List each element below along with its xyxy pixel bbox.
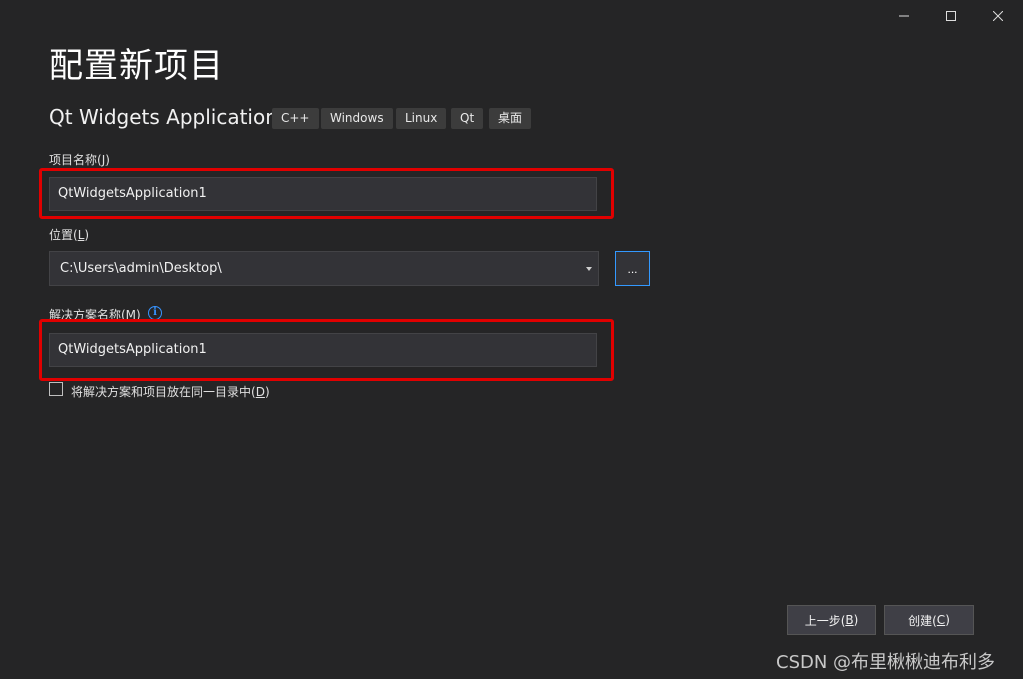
project-name-input[interactable]: QtWidgetsApplication1 [49,177,597,211]
same-directory-checkbox[interactable] [49,382,63,396]
tag-cpp: C++ [272,108,319,129]
browse-button[interactable]: ... [615,251,650,286]
solution-name-input[interactable]: QtWidgetsApplication1 [49,333,597,367]
chevron-down-icon[interactable] [580,252,598,285]
close-icon [993,11,1003,21]
close-button[interactable] [975,0,1021,32]
back-button[interactable]: 上一步(B) [787,605,876,635]
same-directory-label[interactable]: 将解决方案和项目放在同一目录中(D) [71,383,270,400]
location-combobox[interactable]: C:\Users\admin\Desktop\ [49,251,599,286]
minimize-button[interactable] [881,0,927,32]
tag-desktop: 桌面 [489,108,532,129]
tag-qt: Qt [451,108,484,129]
maximize-button[interactable] [928,0,974,32]
page-title: 配置新项目 [49,46,224,86]
tag-linux: Linux [396,108,447,129]
create-button[interactable]: 创建(C) [884,605,974,635]
location-value: C:\Users\admin\Desktop\ [60,261,222,276]
location-label: 位置(L) [49,228,90,242]
project-name-label: 项目名称(J) [49,153,110,167]
template-name: Qt Widgets Application [49,105,278,129]
info-icon[interactable]: i [148,306,162,320]
tag-windows: Windows [321,108,393,129]
minimize-icon [899,15,909,17]
maximize-icon [946,11,956,21]
watermark-text: CSDN @布里楸楸迪布利多 [776,652,996,673]
